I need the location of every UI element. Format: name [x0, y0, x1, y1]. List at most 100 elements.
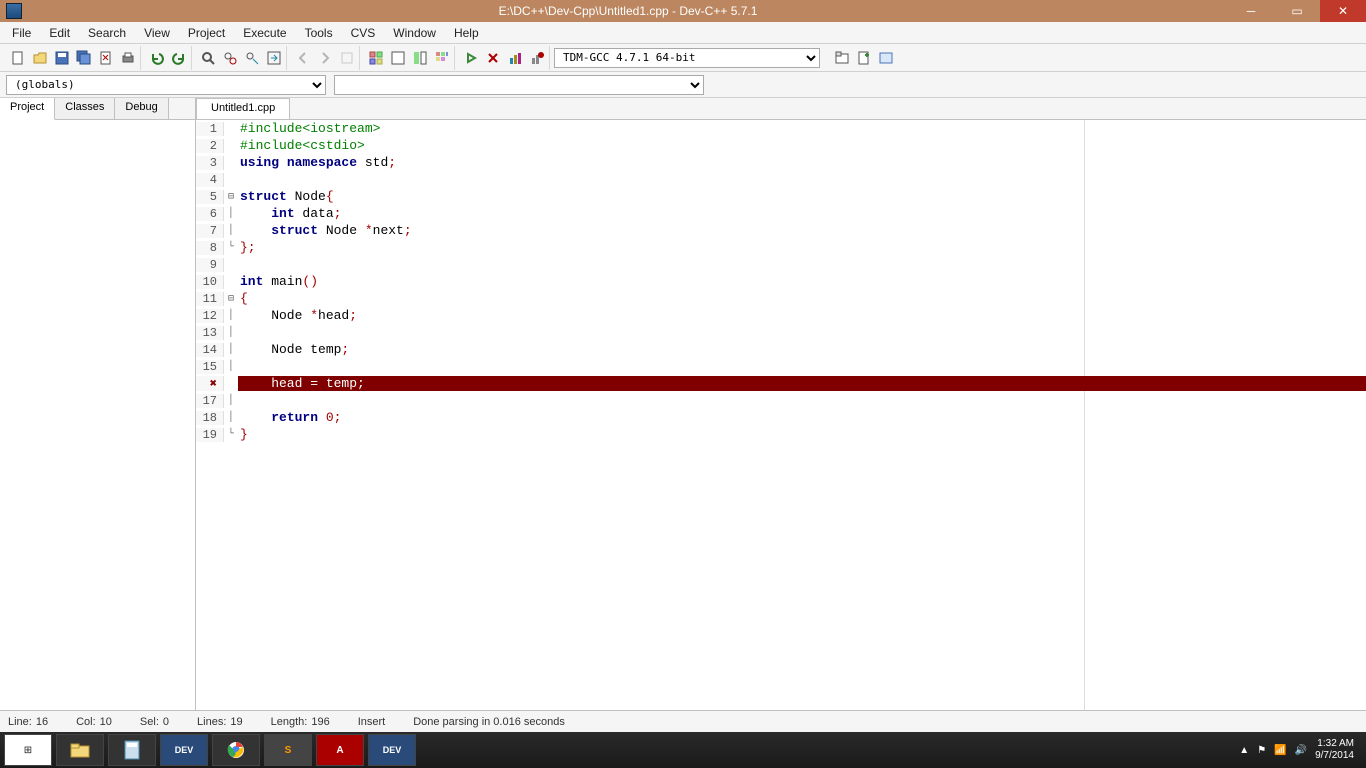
- close-file-icon[interactable]: [96, 48, 116, 68]
- menu-edit[interactable]: Edit: [41, 24, 78, 42]
- code-line[interactable]: ✖ head = temp;: [196, 375, 1366, 392]
- code-editor[interactable]: 1#include<iostream>2#include<cstdio>3usi…: [196, 120, 1366, 710]
- task-explorer[interactable]: [56, 734, 104, 766]
- menu-view[interactable]: View: [136, 24, 178, 42]
- status-length-label: Length:: [271, 716, 308, 728]
- scope-toolbar: (globals): [0, 72, 1366, 98]
- side-tab-classes[interactable]: Classes: [55, 98, 115, 119]
- line-number: 17: [196, 394, 224, 408]
- status-line-value: 16: [36, 716, 48, 728]
- code-text: return 0;: [238, 410, 1366, 425]
- file-tabs: Untitled1.cpp: [196, 98, 1366, 120]
- code-text: head = temp;: [238, 376, 1366, 391]
- undo-icon[interactable]: [147, 48, 167, 68]
- app-icon: [6, 3, 22, 19]
- task-devcpp2[interactable]: DEV: [368, 734, 416, 766]
- code-line[interactable]: 1#include<iostream>: [196, 120, 1366, 137]
- start-button[interactable]: ⊞: [4, 734, 52, 766]
- find-icon[interactable]: [198, 48, 218, 68]
- code-line[interactable]: 13│: [196, 324, 1366, 341]
- menu-window[interactable]: Window: [385, 24, 444, 42]
- code-line[interactable]: 4: [196, 171, 1366, 188]
- code-line[interactable]: 11⊟{: [196, 290, 1366, 307]
- tray-chevron-icon[interactable]: ▲: [1239, 745, 1249, 756]
- file-tab[interactable]: Untitled1.cpp: [196, 98, 290, 119]
- task-devcpp[interactable]: DEV: [160, 734, 208, 766]
- scope-select[interactable]: (globals): [6, 75, 326, 95]
- fold-marker: └: [224, 242, 238, 253]
- status-bar: Line:16 Col:10 Sel:0 Lines:19 Length:196…: [0, 710, 1366, 732]
- task-chrome[interactable]: [212, 734, 260, 766]
- minimize-button[interactable]: ─: [1228, 0, 1274, 22]
- side-tab-project[interactable]: Project: [0, 98, 55, 120]
- code-text: #include<iostream>: [238, 121, 1366, 136]
- code-line[interactable]: 12│ Node *head;: [196, 307, 1366, 324]
- menu-bar: FileEditSearchViewProjectExecuteToolsCVS…: [0, 22, 1366, 44]
- tray-clock[interactable]: 1:32 AM 9/7/2014: [1315, 738, 1354, 762]
- debug-icon[interactable]: [461, 48, 481, 68]
- fold-marker[interactable]: ⊟: [224, 293, 238, 305]
- tray-network-icon[interactable]: 📶: [1274, 745, 1286, 756]
- back-icon[interactable]: [293, 48, 313, 68]
- menu-cvs[interactable]: CVS: [343, 24, 384, 42]
- task-sublime[interactable]: S: [264, 734, 312, 766]
- code-line[interactable]: 10int main(): [196, 273, 1366, 290]
- code-line[interactable]: 2#include<cstdio>: [196, 137, 1366, 154]
- menu-help[interactable]: Help: [446, 24, 487, 42]
- delete-profile-icon[interactable]: [527, 48, 547, 68]
- tray-flag-icon[interactable]: ⚑: [1257, 745, 1266, 756]
- task-calc[interactable]: [108, 734, 156, 766]
- forward-icon[interactable]: [315, 48, 335, 68]
- stop-debug-icon[interactable]: [483, 48, 503, 68]
- save-icon[interactable]: [52, 48, 72, 68]
- side-tab-debug[interactable]: Debug: [115, 98, 168, 119]
- add-file-icon[interactable]: [854, 48, 874, 68]
- compile-icon[interactable]: [366, 48, 386, 68]
- save-all-icon[interactable]: [74, 48, 94, 68]
- print-icon[interactable]: [118, 48, 138, 68]
- taskbar: ⊞ DEV S A DEV ▲ ⚑ 📶 🔊 1:32 AM 9/7/2014: [0, 732, 1366, 768]
- new-project-icon[interactable]: [832, 48, 852, 68]
- menu-project[interactable]: Project: [180, 24, 233, 42]
- compile-run-icon[interactable]: [410, 48, 430, 68]
- replace-icon[interactable]: [220, 48, 240, 68]
- close-button[interactable]: ✕: [1320, 0, 1366, 22]
- menu-search[interactable]: Search: [80, 24, 134, 42]
- code-line[interactable]: 5⊟struct Node{: [196, 188, 1366, 205]
- system-tray: ▲ ⚑ 📶 🔊 1:32 AM 9/7/2014: [1239, 738, 1362, 762]
- task-adobe[interactable]: A: [316, 734, 364, 766]
- goto-icon[interactable]: [264, 48, 284, 68]
- rebuild-icon[interactable]: [432, 48, 452, 68]
- project-options-icon[interactable]: [876, 48, 896, 68]
- find-next-icon[interactable]: [242, 48, 262, 68]
- code-line[interactable]: 6│ int data;: [196, 205, 1366, 222]
- status-line-label: Line:: [8, 716, 32, 728]
- code-line[interactable]: 18│ return 0;: [196, 409, 1366, 426]
- menu-tools[interactable]: Tools: [297, 24, 341, 42]
- code-line[interactable]: 7│ struct Node *next;: [196, 222, 1366, 239]
- code-text: Node *head;: [238, 308, 1366, 323]
- members-select[interactable]: [334, 75, 704, 95]
- code-line[interactable]: 3using namespace std;: [196, 154, 1366, 171]
- menu-execute[interactable]: Execute: [235, 24, 294, 42]
- run-icon[interactable]: [388, 48, 408, 68]
- profile-icon[interactable]: [505, 48, 525, 68]
- bookmark-icon[interactable]: [337, 48, 357, 68]
- code-line[interactable]: 9: [196, 256, 1366, 273]
- code-line[interactable]: 17│: [196, 392, 1366, 409]
- code-line[interactable]: 19└}: [196, 426, 1366, 443]
- compiler-select[interactable]: TDM-GCC 4.7.1 64-bit: [554, 48, 820, 68]
- maximize-button[interactable]: ▭: [1274, 0, 1320, 22]
- code-line[interactable]: 14│ Node temp;: [196, 341, 1366, 358]
- tray-volume-icon[interactable]: 🔊: [1295, 745, 1307, 756]
- redo-icon[interactable]: [169, 48, 189, 68]
- new-file-icon[interactable]: [8, 48, 28, 68]
- code-line[interactable]: 8└};: [196, 239, 1366, 256]
- code-text: }: [238, 427, 1366, 442]
- code-line[interactable]: 15│: [196, 358, 1366, 375]
- fold-marker[interactable]: ⊟: [224, 191, 238, 203]
- menu-file[interactable]: File: [4, 24, 39, 42]
- open-file-icon[interactable]: [30, 48, 50, 68]
- line-number: 5: [196, 190, 224, 204]
- side-tabs: ProjectClassesDebug: [0, 98, 195, 120]
